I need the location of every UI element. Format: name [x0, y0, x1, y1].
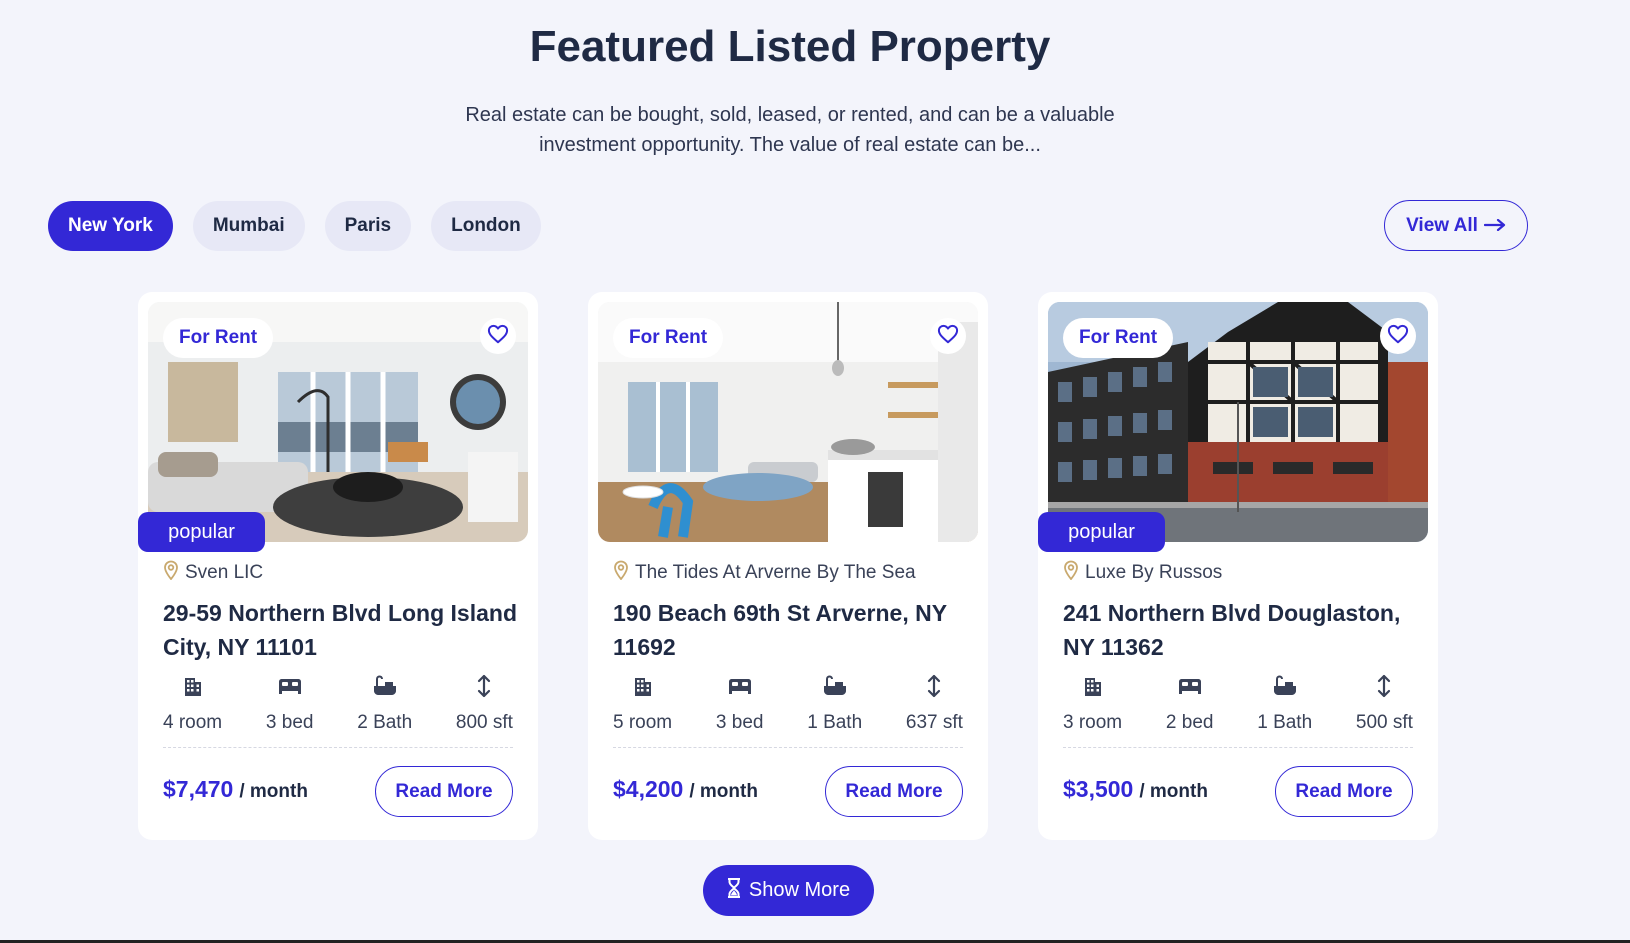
property-card: For Rent The Tides At Arverne By The Sea…	[588, 292, 988, 840]
feature-area: 800 sft	[456, 674, 513, 734]
property-features: 3 room 2 bed 1 Bath 500 sft	[1063, 674, 1413, 734]
card-divider	[1063, 747, 1413, 748]
rooms-label: 4 room	[163, 712, 223, 733]
property-card: For Rent popular Sven LIC 29-59 Northern…	[138, 292, 538, 840]
feature-beds: 3 bed	[715, 674, 764, 734]
building-icon	[181, 674, 205, 703]
city-tabs: New York Mumbai Paris London	[48, 201, 541, 251]
feature-area: 637 sft	[906, 674, 963, 734]
vertical-arrows-icon	[1376, 674, 1392, 703]
location-name: Luxe By Russos	[1085, 562, 1223, 583]
feature-area: 500 sft	[1356, 674, 1413, 734]
beds-label: 3 bed	[715, 712, 764, 733]
rooms-label: 5 room	[613, 712, 673, 733]
feature-baths: 2 Bath	[357, 674, 412, 734]
section-description: Real estate can be bought, sold, leased,…	[465, 104, 1115, 156]
area-label: 800 sft	[455, 712, 513, 733]
tab-new-york[interactable]: New York	[48, 201, 173, 251]
arrow-right-icon	[1483, 215, 1506, 237]
feature-rooms: 4 room	[163, 674, 222, 734]
price-unit: / month	[239, 781, 308, 802]
feature-baths: 1 Bath	[807, 674, 862, 734]
favorite-button[interactable]	[1380, 318, 1416, 354]
read-more-button[interactable]: Read More	[1275, 766, 1413, 817]
feature-beds: 2 bed	[1165, 674, 1214, 734]
vertical-arrows-icon	[926, 674, 942, 703]
popular-badge: popular	[1038, 512, 1165, 552]
property-features: 5 room 3 bed 1 Bath 637 sft	[613, 674, 963, 734]
bathtub-icon	[1272, 674, 1298, 703]
property-price: $4,200 / month	[613, 776, 758, 803]
property-features: 4 room 3 bed 2 Bath 800 sft	[163, 674, 513, 734]
card-divider	[163, 747, 513, 748]
property-location: The Tides At Arverne By The Sea	[613, 560, 916, 586]
view-all-button[interactable]: View All	[1384, 200, 1528, 251]
bathtub-icon	[822, 674, 848, 703]
tab-mumbai[interactable]: Mumbai	[192, 201, 305, 251]
feature-baths: 1 Bath	[1257, 674, 1312, 734]
heart-icon	[487, 324, 509, 349]
area-label: 500 sft	[1355, 712, 1413, 733]
view-all-label: View All	[1406, 214, 1478, 236]
vertical-arrows-icon	[476, 674, 492, 703]
bathtub-icon	[372, 674, 398, 703]
show-more-label: Show More	[748, 879, 851, 901]
building-icon	[631, 674, 655, 703]
price-amount: $7,470	[163, 776, 234, 802]
hourglass-icon	[727, 877, 741, 904]
map-pin-icon	[163, 560, 179, 586]
area-label: 637 sft	[905, 712, 963, 733]
property-address[interactable]: 190 Beach 69th St Arverne, NY 11692	[613, 596, 973, 664]
card-divider	[613, 747, 963, 748]
price-unit: / month	[689, 781, 758, 802]
bed-icon	[1177, 674, 1203, 703]
price-amount: $3,500	[1063, 776, 1134, 802]
listing-cards: For Rent popular Sven LIC 29-59 Northern…	[138, 292, 1438, 840]
tab-london[interactable]: London	[431, 201, 541, 251]
building-icon	[1081, 674, 1105, 703]
property-card: For Rent popular Luxe By Russos 241 Nort…	[1038, 292, 1438, 840]
location-name: The Tides At Arverne By The Sea	[635, 562, 916, 583]
baths-label: 2 Bath	[357, 712, 413, 733]
read-more-button[interactable]: Read More	[375, 766, 513, 817]
map-pin-icon	[1063, 560, 1079, 586]
favorite-button[interactable]	[480, 318, 516, 354]
bed-icon	[277, 674, 303, 703]
show-more-button[interactable]: Show More	[703, 865, 874, 916]
beds-label: 2 bed	[1165, 712, 1214, 733]
section-title: Featured Listed Property	[529, 22, 1051, 71]
for-rent-badge: For Rent	[163, 318, 274, 358]
property-location: Sven LIC	[163, 560, 263, 586]
feature-rooms: 3 room	[1063, 674, 1122, 734]
feature-rooms: 5 room	[613, 674, 672, 734]
popular-badge: popular	[138, 512, 265, 552]
property-location: Luxe By Russos	[1063, 560, 1222, 586]
bed-icon	[727, 674, 753, 703]
baths-label: 1 Bath	[1257, 712, 1313, 733]
price-unit: / month	[1139, 781, 1208, 802]
rooms-label: 3 room	[1063, 712, 1123, 733]
beds-label: 3 bed	[265, 712, 314, 733]
baths-label: 1 Bath	[807, 712, 863, 733]
property-price: $3,500 / month	[1063, 776, 1208, 803]
favorite-button[interactable]	[930, 318, 966, 354]
for-rent-badge: For Rent	[613, 318, 724, 358]
property-address[interactable]: 29-59 Northern Blvd Long Island City, NY…	[163, 596, 523, 664]
property-address[interactable]: 241 Northern Blvd Douglaston, NY 11362	[1063, 596, 1423, 664]
location-name: Sven LIC	[185, 562, 264, 583]
property-price: $7,470 / month	[163, 776, 308, 803]
feature-beds: 3 bed	[265, 674, 314, 734]
read-more-button[interactable]: Read More	[825, 766, 963, 817]
for-rent-badge: For Rent	[1063, 318, 1174, 358]
tab-paris[interactable]: Paris	[324, 201, 412, 251]
price-amount: $4,200	[613, 776, 684, 802]
heart-icon	[1387, 324, 1409, 349]
heart-icon	[937, 324, 959, 349]
map-pin-icon	[613, 560, 629, 586]
